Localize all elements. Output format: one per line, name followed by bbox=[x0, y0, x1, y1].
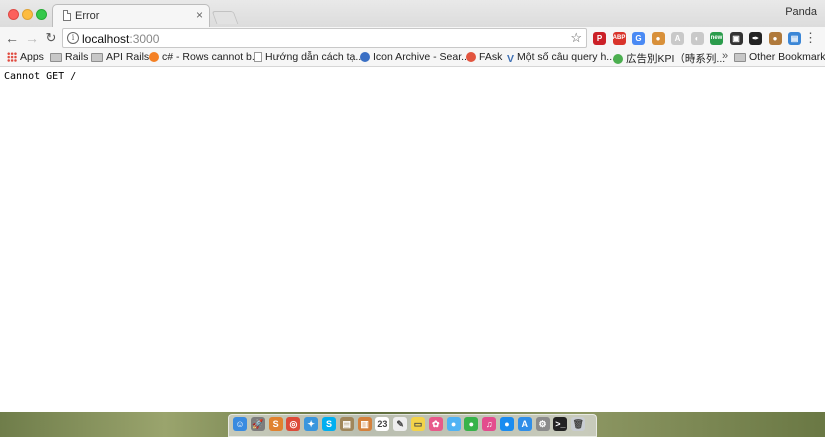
profile-name[interactable]: Panda bbox=[785, 6, 817, 18]
bookmark-apps[interactable]: Apps bbox=[7, 51, 44, 63]
messages-icon[interactable]: ● bbox=[446, 417, 461, 431]
bookmark-kpi[interactable]: 広告別KPI（時系列... bbox=[613, 51, 725, 66]
tab-error[interactable]: Error × bbox=[52, 4, 210, 27]
window-minimize-button[interactable] bbox=[22, 9, 33, 20]
error-message: Cannot GET / bbox=[4, 71, 77, 82]
safari-icon[interactable]: ✦ bbox=[304, 417, 319, 431]
url-port: :3000 bbox=[129, 32, 160, 46]
reload-button[interactable]: ↻ bbox=[43, 30, 59, 46]
bookmark-star-icon[interactable]: ☆ bbox=[570, 30, 582, 46]
back-button[interactable]: ← bbox=[4, 30, 20, 46]
page-icon bbox=[254, 52, 262, 62]
notes-icon[interactable]: ▤ bbox=[339, 417, 354, 431]
finder-icon[interactable]: ☺ bbox=[233, 417, 247, 431]
chrome-icon[interactable]: ◎ bbox=[286, 417, 301, 431]
adblock-icon[interactable]: ABP bbox=[612, 32, 626, 45]
bookmark-label: FAsk bbox=[479, 51, 503, 63]
wechat-icon[interactable]: ● bbox=[464, 417, 479, 431]
url-host: localhost bbox=[82, 32, 130, 46]
bookmark-icon-archive[interactable]: Icon Archive - Sear... bbox=[360, 51, 470, 63]
new-tab-button[interactable] bbox=[211, 11, 239, 24]
bookmark-fask[interactable]: FAsk bbox=[466, 51, 502, 63]
tab-title: Error bbox=[75, 10, 100, 22]
apps-grid-icon bbox=[7, 52, 17, 62]
new-badge-icon[interactable]: new bbox=[710, 32, 723, 45]
screenshot-icon[interactable]: ▤ bbox=[788, 32, 801, 45]
bookmarks-bar: Apps Rails API Rails c# - Rows cannot b.… bbox=[0, 50, 825, 67]
page-content: Cannot GET / bbox=[0, 67, 825, 412]
tab-close-icon[interactable]: × bbox=[196, 8, 203, 22]
page-icon bbox=[63, 10, 71, 21]
terminal-icon[interactable]: >_ bbox=[553, 417, 568, 431]
bookmark-huong-dan[interactable]: Hướng dẫn cách tạ... bbox=[254, 51, 364, 63]
window-maximize-button[interactable] bbox=[36, 9, 47, 20]
toolbar: ← → ↻ i localhost:3000 ☆ P ABP G ● A ◐ new ▣ ✒ ● ▤… bbox=[0, 27, 825, 50]
bookmark-label: API Rails bbox=[106, 51, 150, 63]
bookmark-label: Icon Archive - Sear... bbox=[373, 51, 470, 63]
textedit-icon[interactable]: ✎ bbox=[393, 417, 408, 431]
cookie-icon[interactable]: ● bbox=[651, 32, 665, 45]
address-bar[interactable]: i localhost:3000 ☆ bbox=[62, 28, 587, 48]
icon-archive-icon bbox=[360, 52, 370, 62]
bookmark-rails[interactable]: Rails bbox=[50, 51, 88, 63]
bookmarks-overflow-icon[interactable]: » bbox=[722, 50, 728, 62]
forward-button[interactable]: → bbox=[24, 30, 40, 46]
bookmark-label: Other Bookmarks bbox=[749, 51, 825, 63]
bookmark-csharp-rows[interactable]: c# - Rows cannot b... bbox=[149, 51, 261, 63]
messenger-icon[interactable]: ● bbox=[500, 417, 514, 431]
launchpad-icon[interactable]: 🚀 bbox=[250, 417, 265, 431]
image-extension-icon[interactable]: ▣ bbox=[729, 32, 743, 45]
google-icon bbox=[613, 54, 623, 64]
trash-icon[interactable]: 🗑 bbox=[571, 417, 586, 431]
sequel-icon[interactable]: ▥ bbox=[357, 417, 372, 431]
stickies-icon[interactable]: ▭ bbox=[411, 417, 425, 431]
calendar-icon[interactable]: 23 bbox=[375, 417, 390, 431]
shield-icon bbox=[466, 52, 476, 62]
dock: ☺ 🚀 S ◎ ✦ S ▤ ▥ 23 ✎ ▭ ✿ ● ● ♫ ● A ⚙ >_ 🗑 bbox=[228, 414, 597, 437]
url-text[interactable]: localhost:3000 bbox=[82, 32, 159, 46]
menu-icon[interactable]: ⋮ bbox=[804, 31, 817, 44]
vietnamese-v-icon: V bbox=[507, 53, 515, 65]
bookmark-mot-so-cau-query[interactable]: V Một số câu query h... bbox=[507, 51, 615, 65]
bookmark-label: Hướng dẫn cách tạ... bbox=[265, 51, 365, 63]
photos-icon[interactable]: ✿ bbox=[428, 417, 443, 431]
bookmark-label: Rails bbox=[65, 51, 89, 63]
bookmark-label: 広告別KPI（時系列... bbox=[626, 53, 726, 65]
extension-gray2-icon[interactable]: ◐ bbox=[690, 32, 704, 45]
skype-icon[interactable]: S bbox=[322, 417, 336, 431]
pinterest-icon[interactable]: P bbox=[593, 32, 606, 45]
folder-icon bbox=[91, 53, 103, 62]
stackoverflow-icon bbox=[149, 52, 159, 62]
bookmark-label: Apps bbox=[20, 51, 44, 63]
appstore-icon[interactable]: A bbox=[517, 417, 532, 431]
bookmark-label: Một số câu query h... bbox=[517, 51, 616, 63]
bookmark-label: c# - Rows cannot b... bbox=[162, 51, 261, 63]
settings-icon[interactable]: ⚙ bbox=[535, 417, 550, 431]
tab-strip: Error × Panda bbox=[0, 0, 825, 27]
feather-icon[interactable]: ✒ bbox=[749, 32, 762, 45]
itunes-icon[interactable]: ♫ bbox=[482, 417, 497, 431]
translate-icon[interactable]: G bbox=[632, 32, 645, 45]
info-icon[interactable]: i bbox=[67, 32, 79, 44]
folder-icon bbox=[734, 53, 746, 62]
extension-gray-icon[interactable]: A bbox=[671, 32, 684, 45]
sublime-icon[interactable]: S bbox=[268, 417, 283, 431]
window-close-button[interactable] bbox=[8, 9, 19, 20]
folder-icon bbox=[50, 53, 62, 62]
bookmark-api-rails[interactable]: API Rails bbox=[91, 51, 149, 63]
other-bookmarks[interactable]: Other Bookmarks bbox=[734, 51, 825, 63]
color-dot-icon[interactable]: ● bbox=[768, 32, 782, 45]
